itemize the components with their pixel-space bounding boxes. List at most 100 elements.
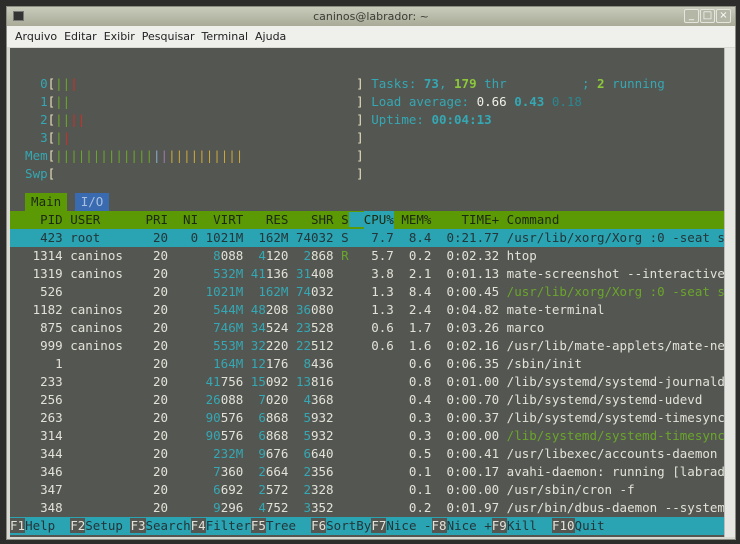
mem-value-highlight: 1021M bbox=[205, 284, 244, 299]
thousands-digits: 74 bbox=[295, 284, 312, 299]
cell-virt: 8088 bbox=[213, 248, 244, 263]
cell-pri: 20 bbox=[152, 320, 169, 335]
column-header-command[interactable]: Command bbox=[507, 211, 560, 229]
fkey-f10[interactable]: F10Quit bbox=[551, 518, 605, 533]
cell-res: 4120 bbox=[258, 248, 289, 263]
fkey-label: Help bbox=[25, 518, 71, 533]
cell-time: 0:00.37 bbox=[446, 410, 500, 425]
column-header-s[interactable]: S bbox=[341, 211, 349, 229]
process-row[interactable]: 1 20 164M 12176 8436 0.6 0:06.35 /sbin/i… bbox=[10, 355, 724, 373]
fkey-f8[interactable]: F8Nice + bbox=[431, 518, 492, 533]
cell-mem: 0.2 bbox=[408, 248, 432, 263]
thousands-digits: 6 bbox=[213, 482, 221, 497]
process-row[interactable]: 346 20 7360 2664 2356 0.1 0:00.17 avahi-… bbox=[10, 463, 724, 481]
menu-pesquisar[interactable]: Pesquisar bbox=[142, 26, 195, 47]
process-row[interactable]: 314 20 90576 6868 5932 0.3 0:00.00 /lib/… bbox=[10, 427, 724, 445]
process-row[interactable]: 1314 caninos 20 8088 4120 2868 R 5.7 0.2… bbox=[10, 247, 724, 265]
process-row[interactable]: 423 root 20 0 1021M 162M 74032 S 7.7 8.4… bbox=[10, 229, 724, 247]
cell-mem: 0.8 bbox=[408, 374, 432, 389]
thousands-digits: 34 bbox=[250, 320, 266, 335]
tab-main[interactable]: Main bbox=[25, 193, 68, 211]
process-row[interactable]: 347 20 6692 2572 2328 0.1 0:00.00 /usr/s… bbox=[10, 481, 724, 499]
column-header-cpu[interactable]: CPU% bbox=[363, 211, 394, 229]
fkey-f4[interactable]: F4Filter bbox=[190, 518, 251, 533]
cell-user: caninos bbox=[70, 338, 123, 353]
column-header-mem[interactable]: MEM% bbox=[401, 211, 431, 229]
fkey-f5[interactable]: F5Tree bbox=[250, 518, 312, 533]
column-header-res[interactable]: RES bbox=[251, 211, 289, 229]
fkey-label: Nice + bbox=[446, 518, 492, 533]
meter-bar: || bbox=[55, 93, 356, 111]
process-row[interactable]: 348 20 9296 4752 3352 0.2 0:01.97 /usr/b… bbox=[10, 499, 724, 517]
thousands-digits: 2 bbox=[303, 464, 311, 479]
meter-swp: Swp[] bbox=[10, 165, 724, 183]
cell-shr: 3352 bbox=[303, 500, 334, 515]
cell-virt: 553M bbox=[206, 337, 244, 355]
fkey-label: Setup bbox=[85, 518, 131, 533]
meter-segment: | bbox=[70, 76, 78, 91]
process-row[interactable]: 263 20 90576 6868 5932 0.3 0:00.37 /lib/… bbox=[10, 409, 724, 427]
meter-segment: || bbox=[70, 112, 86, 127]
fkey-f2[interactable]: F2Setup bbox=[70, 518, 131, 533]
process-row[interactable]: 526 20 1021M 162M 74032 1.3 8.4 0:00.45 … bbox=[10, 283, 724, 301]
cell-cmd: marco bbox=[506, 320, 545, 335]
column-header-ni[interactable]: NI bbox=[176, 211, 198, 229]
cell-res: 162M bbox=[258, 230, 289, 245]
process-row[interactable]: 256 20 26088 7020 4368 0.4 0:00.70 /lib/… bbox=[10, 391, 724, 409]
cell-shr: 31408 bbox=[295, 266, 334, 281]
thousands-digits: 22 bbox=[295, 338, 312, 353]
close-button[interactable]: × bbox=[716, 9, 731, 23]
mem-value-highlight: 553M bbox=[213, 338, 244, 353]
cell-cmd: /usr/bin/dbus-daemon --system -- bbox=[506, 500, 724, 515]
thousands-digits: 2 bbox=[258, 464, 266, 479]
fkey-f1[interactable]: F1Help bbox=[10, 518, 71, 533]
process-row[interactable]: 233 20 41756 15092 13816 0.8 0:01.00 /li… bbox=[10, 373, 724, 391]
meter-segment: || bbox=[55, 94, 71, 109]
cell-time: 0:02.32 bbox=[446, 248, 500, 263]
cell-res: 41136 bbox=[250, 266, 289, 281]
cell-shr: 74032 bbox=[295, 230, 334, 245]
thousands-digits: 36 bbox=[295, 302, 312, 317]
cell-time: 0:04.82 bbox=[446, 302, 500, 317]
cell-cmd: /lib/systemd/systemd-timesyncd bbox=[506, 410, 724, 425]
fkey-f6[interactable]: F6SortBy bbox=[311, 518, 372, 533]
menu-ajuda[interactable]: Ajuda bbox=[255, 26, 286, 47]
column-header-user[interactable]: USER bbox=[70, 211, 138, 229]
fkey-f3[interactable]: F3Search bbox=[130, 518, 191, 533]
cell-time: 0:03.26 bbox=[446, 320, 500, 335]
tab-io[interactable]: I/O bbox=[74, 193, 110, 211]
column-header-shr[interactable]: SHR bbox=[296, 211, 334, 229]
fkey-f7[interactable]: F7Nice - bbox=[371, 518, 432, 533]
column-header-virt[interactable]: VIRT bbox=[206, 211, 243, 229]
mem-value-highlight: 162M bbox=[258, 284, 289, 299]
cell-virt: 532M bbox=[206, 265, 243, 283]
maximize-button[interactable]: □ bbox=[700, 9, 715, 23]
process-row[interactable]: 344 20 232M 9676 6640 0.5 0:00.41 /usr/l… bbox=[10, 445, 724, 463]
menu-arquivo[interactable]: Arquivo bbox=[15, 26, 57, 47]
column-header-time[interactable]: TIME+ bbox=[446, 211, 500, 229]
column-header-pri[interactable]: PRI bbox=[145, 211, 168, 229]
process-row[interactable]: 875 caninos 20 746M 34524 23528 0.6 1.7 … bbox=[10, 319, 724, 337]
process-row[interactable]: 1319 caninos 20 532M 41136 31408 3.8 2.1… bbox=[10, 265, 724, 283]
terminal-app-icon[interactable] bbox=[13, 11, 24, 21]
cell-shr: 5932 bbox=[303, 410, 334, 425]
thousands-digits: 4 bbox=[258, 248, 266, 263]
cell-shr: 8436 bbox=[303, 356, 334, 371]
fkey-f9[interactable]: F9Kill bbox=[491, 518, 552, 533]
cell-pid: 526 bbox=[40, 284, 63, 299]
cell-user: caninos bbox=[70, 266, 123, 281]
cell-mem: 2.1 bbox=[408, 266, 432, 281]
cell-time: 0:00.17 bbox=[446, 464, 500, 479]
process-row[interactable]: 999 caninos 20 553M 32220 22512 0.6 1.6 … bbox=[10, 337, 724, 355]
process-row[interactable]: 1182 caninos 20 544M 48208 36080 1.3 2.4… bbox=[10, 301, 724, 319]
column-header-pid[interactable]: PID bbox=[10, 211, 63, 229]
thousands-digits: 8 bbox=[303, 356, 311, 371]
menu-terminal[interactable]: Terminal bbox=[202, 26, 249, 47]
scrollbar[interactable] bbox=[724, 48, 735, 537]
minimize-button[interactable]: _ bbox=[684, 9, 699, 23]
meter-segment: |||||||||| bbox=[168, 148, 244, 163]
cell-mem: 0.3 bbox=[408, 410, 432, 425]
menu-exibir[interactable]: Exibir bbox=[104, 26, 135, 47]
menu-editar[interactable]: Editar bbox=[64, 26, 97, 47]
terminal-content[interactable]: Tasks: 73, 179 thr ; 2 running Load aver… bbox=[10, 48, 724, 537]
